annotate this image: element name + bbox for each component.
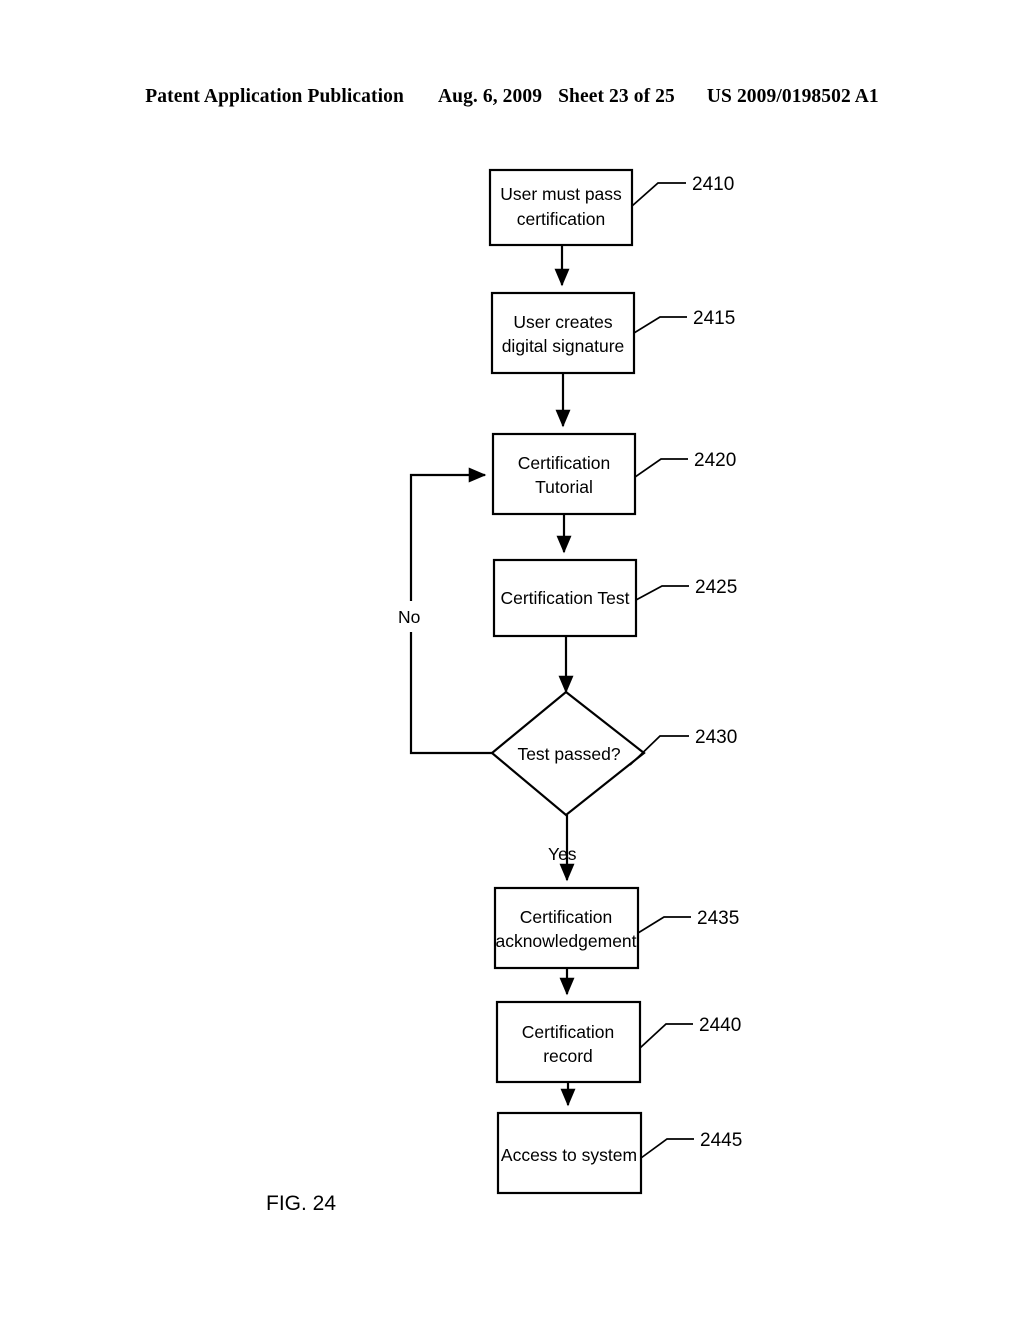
ref-number-2430: 2430: [695, 727, 737, 748]
flowchart-diagram: User must pass certification 2410 User c…: [266, 168, 742, 1215]
leader-line-2445: [640, 1138, 694, 1159]
leader-line-2440: [639, 1023, 693, 1049]
flow-node-2440-label-line2: record: [543, 1046, 593, 1066]
flow-node-2415-label-line1: User creates: [513, 312, 612, 332]
leader-line-2415: [633, 316, 687, 334]
flow-node-2410-label-line2: certification: [517, 209, 606, 229]
figure-caption: FIG. 24: [266, 1192, 336, 1215]
ref-number-2425: 2425: [695, 577, 737, 598]
flow-node-2420-label-line2: Tutorial: [535, 477, 593, 497]
connector-2430-no-loop-lower: [409, 632, 492, 755]
branch-label-no: No: [398, 607, 420, 627]
ref-number-2440: 2440: [699, 1015, 741, 1036]
patent-figure-page: Patent Application Publication Aug. 6, 20…: [0, 0, 1024, 1320]
leader-line-2420: [634, 458, 688, 478]
ref-number-2410: 2410: [692, 174, 734, 195]
flow-node-2410: [488, 168, 634, 247]
leader-line-2435: [637, 916, 691, 934]
flow-node-2440-label-line1: Certification: [522, 1022, 614, 1042]
flow-node-2410-label-line1: User must pass: [500, 184, 622, 204]
branch-label-yes: Yes: [548, 844, 577, 864]
ref-number-2415: 2415: [693, 308, 735, 329]
flow-node-2435: [493, 886, 640, 970]
flow-node-2415-label-line2: digital signature: [502, 336, 625, 356]
flow-node-2440: [495, 1000, 642, 1084]
leader-line-2410: [631, 182, 686, 207]
flow-node-2445-label-line1: Access to system: [501, 1145, 637, 1165]
flow-node-2420-label-line1: Certification: [518, 453, 610, 473]
leader-line-2425: [635, 585, 689, 601]
flow-node-2435-label-line1: Certification: [520, 907, 612, 927]
flow-node-2425-label-line1: Certification Test: [500, 588, 629, 608]
ref-number-2435: 2435: [697, 908, 739, 929]
flow-node-2435-label-line2: acknowledgement: [495, 931, 636, 951]
ref-number-2445: 2445: [700, 1130, 742, 1151]
flow-node-2415: [490, 291, 636, 375]
flow-node-2420: [491, 432, 637, 516]
connector-2430-no-loop-upper: [409, 467, 487, 601]
flow-node-2430-label-line1: Test passed?: [517, 744, 620, 764]
ref-number-2420: 2420: [694, 450, 736, 471]
